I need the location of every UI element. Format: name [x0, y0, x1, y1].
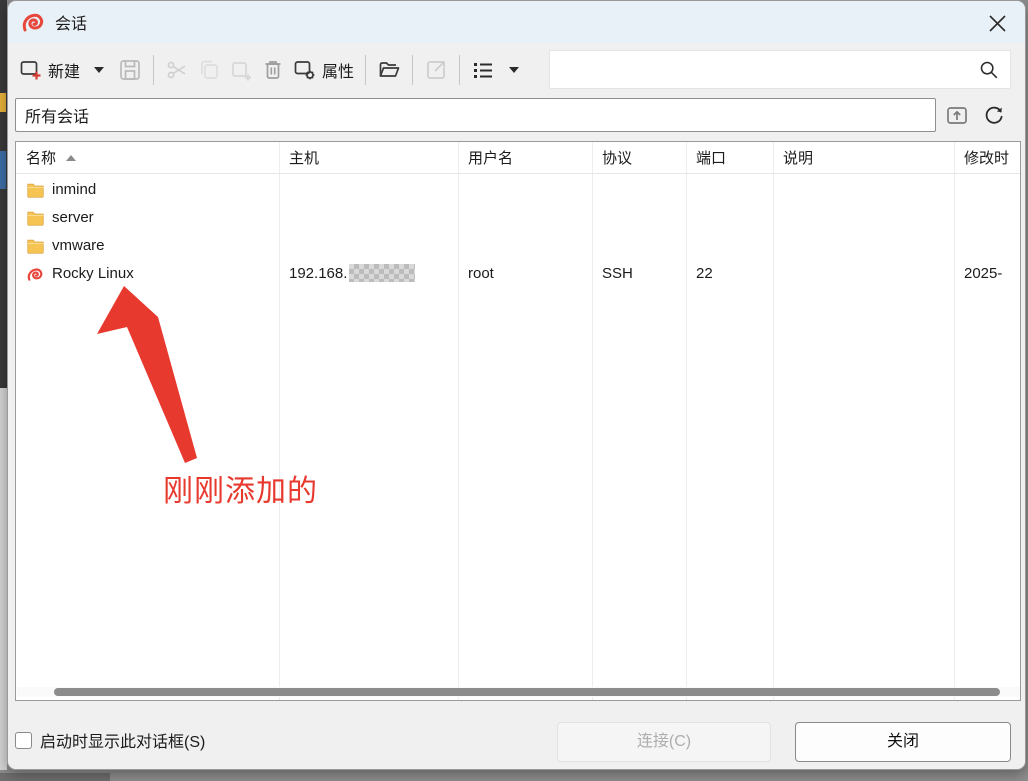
titlebar: 会话 — [8, 1, 1025, 43]
view-mode-button[interactable] — [467, 52, 499, 88]
table-row[interactable]: Rocky Linux 192.168. root SSH 22 2025- — [16, 259, 1020, 287]
toolbar: 新建 — [8, 43, 1025, 97]
folder-up-icon — [945, 103, 969, 127]
go-up-folder-button[interactable] — [941, 100, 973, 130]
show-on-startup-checkbox[interactable]: 启动时显示此对话框(S) — [15, 728, 205, 752]
checkbox-box[interactable] — [15, 732, 32, 749]
new-session-icon — [19, 58, 43, 82]
open-folder-icon — [377, 58, 401, 82]
current-path: 所有会话 — [16, 103, 89, 127]
properties-icon — [293, 58, 317, 82]
trash-icon — [261, 58, 285, 82]
paste-icon — [229, 58, 253, 82]
background-bottom-strip — [0, 770, 1028, 781]
chevron-down-icon — [94, 67, 104, 73]
toolbar-separator — [153, 55, 154, 85]
horizontal-scrollbar-track[interactable] — [17, 687, 1021, 697]
copy-button[interactable] — [193, 52, 225, 88]
close-button[interactable]: 关闭 — [795, 722, 1011, 762]
delete-button[interactable] — [257, 52, 289, 88]
refresh-icon — [982, 103, 1006, 127]
table-row[interactable]: inmind — [16, 175, 1020, 203]
connect-button[interactable]: 连接(C) — [557, 722, 771, 762]
new-folder-button[interactable] — [373, 52, 405, 88]
table-body: inmind server vmware Rocky Linux 192.168… — [16, 175, 1020, 287]
copy-icon — [197, 58, 221, 82]
new-session-button[interactable]: 新建 — [15, 52, 84, 88]
save-icon — [118, 58, 142, 82]
export-button[interactable] — [420, 52, 452, 88]
new-session-label: 新建 — [48, 58, 80, 82]
xshell-session-icon — [26, 265, 45, 282]
cut-button[interactable] — [161, 52, 193, 88]
background-yellow-fragment — [0, 93, 6, 112]
close-window-button[interactable] — [983, 9, 1011, 37]
folder-icon — [26, 237, 45, 254]
background-taskbar-fragment — [0, 773, 110, 781]
sort-ascending-icon — [66, 155, 76, 161]
refresh-button[interactable] — [978, 100, 1010, 130]
column-header-modified[interactable]: 修改时 — [954, 147, 1020, 168]
session-dialog: 会话 新建 — [7, 0, 1026, 770]
folder-icon — [26, 209, 45, 226]
column-header-name[interactable]: 名称 — [16, 147, 279, 168]
footer-bar: 启动时显示此对话框(S) 连接(C) 关闭 — [8, 701, 1025, 770]
properties-button[interactable]: 属性 — [289, 52, 358, 88]
path-bar[interactable]: 所有会话 — [15, 98, 936, 132]
properties-label: 属性 — [322, 58, 354, 82]
chevron-down-icon — [509, 67, 519, 73]
horizontal-scrollbar-thumb[interactable] — [54, 688, 1000, 696]
table-row[interactable]: server — [16, 203, 1020, 231]
toolbar-separator — [365, 55, 366, 85]
column-header-port[interactable]: 端口 — [686, 147, 773, 168]
view-mode-dropdown[interactable] — [499, 52, 529, 88]
background-light-fragment — [0, 388, 7, 770]
list-view-icon — [471, 58, 495, 82]
session-table: 名称 主机 用户名 协议 端口 说明 修改时 inmind server vmw… — [15, 141, 1021, 701]
column-header-description[interactable]: 说明 — [773, 147, 954, 168]
redacted-host-block — [349, 264, 415, 282]
address-row: 所有会话 — [8, 97, 1025, 137]
window-title: 会话 — [55, 10, 87, 34]
folder-icon — [26, 181, 45, 198]
background-blue-fragment — [0, 151, 6, 189]
xshell-logo-icon — [21, 10, 45, 34]
cut-scissors-icon — [165, 58, 189, 82]
export-icon — [424, 58, 448, 82]
column-header-protocol[interactable]: 协议 — [592, 147, 686, 168]
save-button[interactable] — [114, 52, 146, 88]
new-session-dropdown[interactable] — [84, 52, 114, 88]
toolbar-separator — [459, 55, 460, 85]
search-icon[interactable] — [978, 59, 1000, 81]
background-window-sliver — [0, 0, 7, 770]
paste-button[interactable] — [225, 52, 257, 88]
table-row[interactable]: vmware — [16, 231, 1020, 259]
column-header-host[interactable]: 主机 — [279, 147, 458, 168]
table-header: 名称 主机 用户名 协议 端口 说明 修改时 — [16, 142, 1020, 174]
toolbar-separator — [412, 55, 413, 85]
search-input[interactable] — [550, 61, 978, 78]
search-box — [549, 50, 1011, 89]
checkbox-label: 启动时显示此对话框(S) — [40, 728, 205, 752]
column-header-user[interactable]: 用户名 — [458, 147, 592, 168]
close-icon — [989, 15, 1006, 32]
